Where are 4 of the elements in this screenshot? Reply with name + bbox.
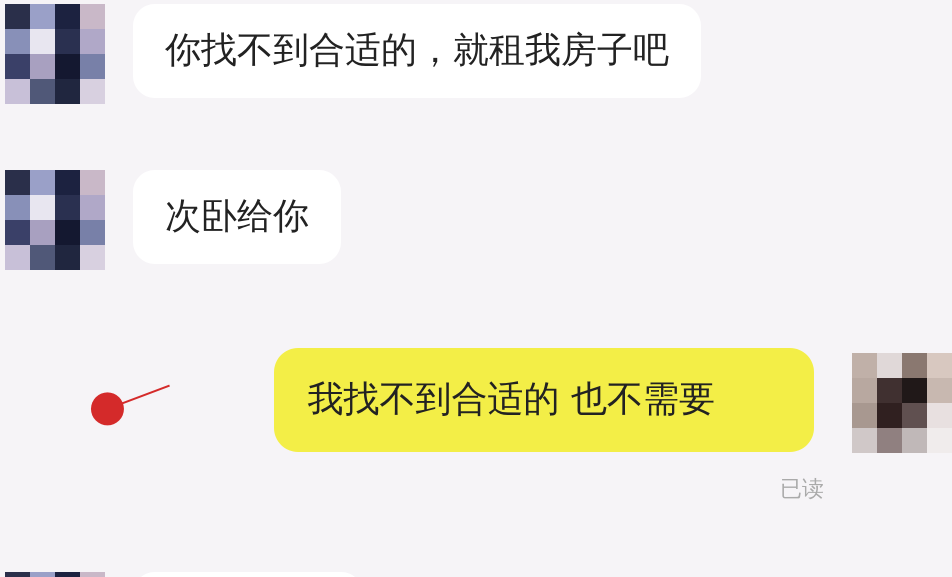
message-bubble: 我找不到合适的 也不需要 (274, 348, 814, 452)
read-status: 已读 (780, 476, 824, 504)
message-bubble: 次卧给你 (133, 170, 341, 264)
message-bubble: 你找不到合适的，就租我房子吧 (133, 4, 701, 98)
